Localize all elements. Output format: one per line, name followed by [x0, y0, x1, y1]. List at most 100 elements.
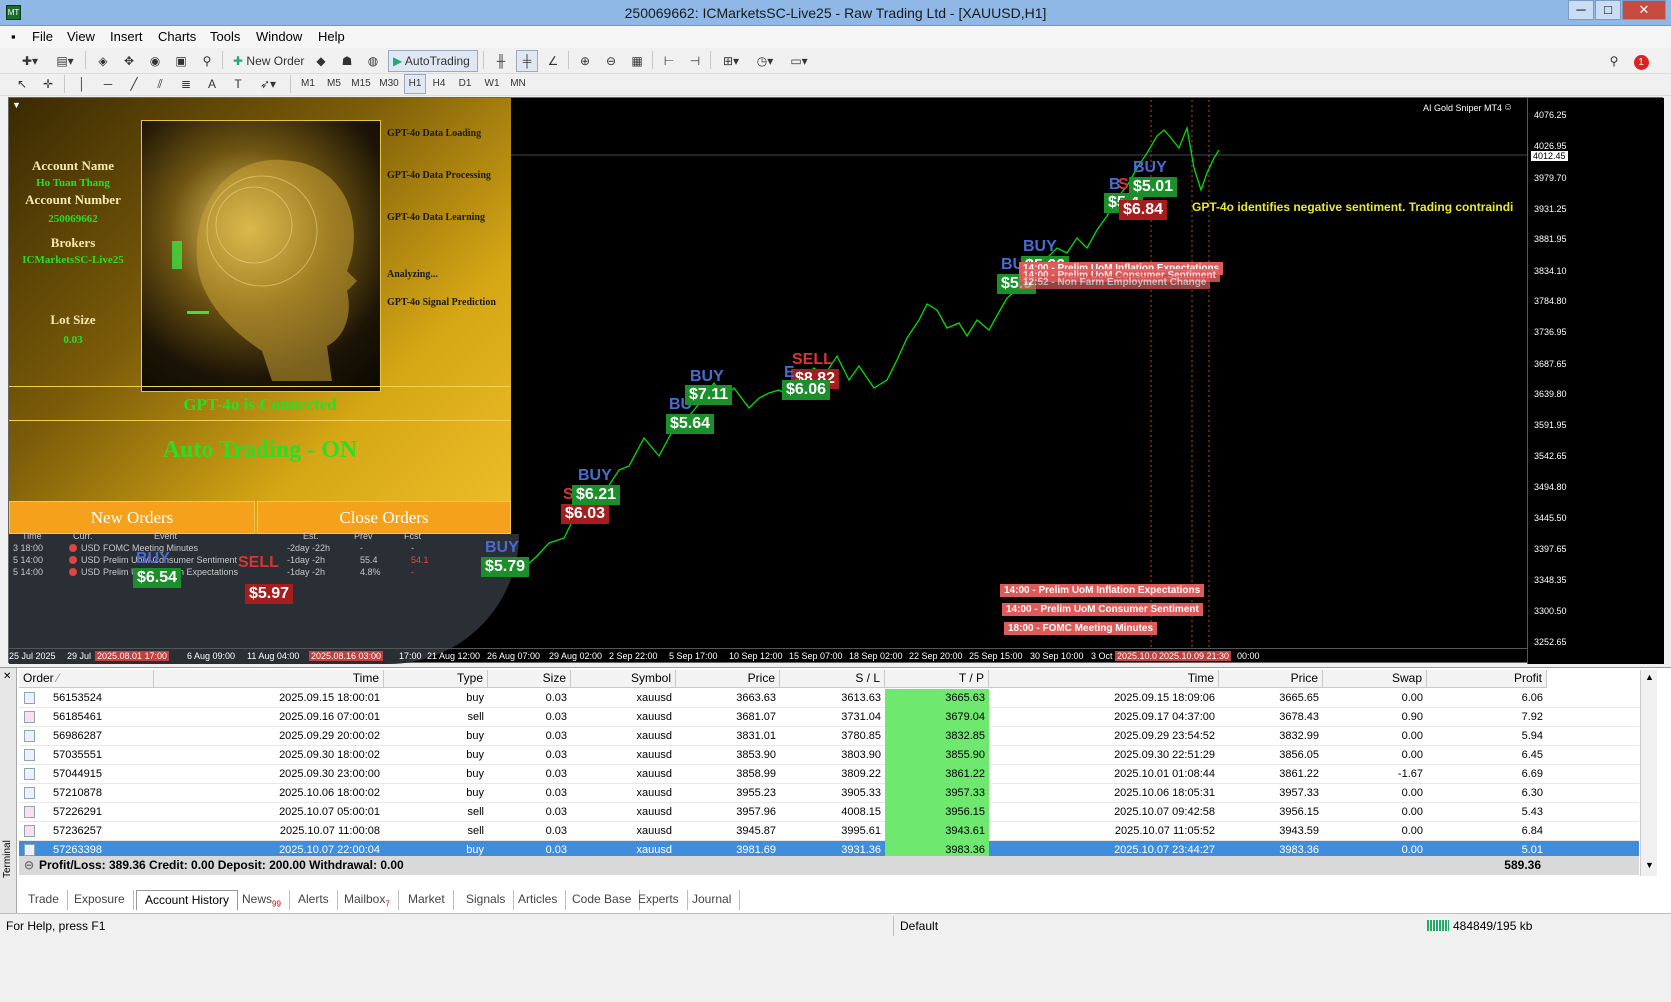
tf-m5[interactable]: M5 [322, 74, 346, 94]
chart-shift-icon[interactable]: ⊣ [684, 50, 706, 72]
market-watch-icon[interactable]: ◈ [92, 50, 114, 72]
menu-insert[interactable]: Insert [110, 29, 143, 44]
tab-code-base[interactable]: Code Base [564, 890, 641, 910]
minimize-button[interactable]: ─ [1568, 0, 1594, 20]
col-type[interactable]: Type [384, 670, 488, 688]
table-row[interactable]: 56153524 2025.09.15 18:00:01 buy 0.03 xauusd… [19, 689, 1639, 708]
candlestick-icon[interactable]: ╪ [516, 50, 538, 72]
notifications-icon[interactable]: 1 [1630, 50, 1652, 72]
menu-tools[interactable]: Tools [210, 29, 240, 44]
crosshair-icon[interactable]: ✛ [38, 74, 58, 94]
cell-stop-loss: 3613.63 [841, 692, 881, 704]
text-tool-icon[interactable]: A [202, 74, 222, 94]
scroll-down-icon[interactable]: ▼ [1645, 860, 1654, 870]
summary-total: 589.36 [1504, 858, 1541, 872]
new-orders-button[interactable]: New Orders [9, 501, 255, 534]
menu-help[interactable]: Help [318, 29, 345, 44]
account-name-label: Account Name [32, 158, 114, 173]
table-row[interactable]: 56185461 2025.09.16 07:00:01 sell 0.03 xauus… [19, 708, 1639, 727]
tab-articles[interactable]: Articles [510, 890, 567, 910]
text-label-icon[interactable]: T [228, 74, 248, 94]
col-time[interactable]: Time [154, 670, 384, 688]
table-row[interactable]: 56986287 2025.09.29 20:00:02 buy 0.03 xauusd… [19, 727, 1639, 746]
col-close-price[interactable]: Price [1219, 670, 1323, 688]
strategy-tester-icon[interactable]: ⚲ [196, 50, 218, 72]
vertical-scrollbar[interactable]: ▲ ▼ [1640, 670, 1657, 876]
tf-m30[interactable]: M30 [376, 74, 402, 94]
search-icon[interactable]: ⚲ [1603, 50, 1625, 72]
col-tp[interactable]: T / P [885, 670, 989, 688]
chart-window[interactable]: Account Name Ho Tuan Thang Account Numbe… [8, 97, 1664, 664]
bar-chart-icon[interactable]: ╫ [490, 50, 512, 72]
autotrading-button[interactable]: ▶ AutoTrading [388, 50, 478, 72]
menu-file[interactable]: File [32, 29, 53, 44]
col-close-time[interactable]: Time [989, 670, 1219, 688]
menu-view[interactable]: View [67, 29, 95, 44]
menu-window[interactable]: Window [256, 29, 302, 44]
table-row[interactable]: 57226291 2025.10.07 05:00:01 sell 0.03 xauus… [19, 803, 1639, 822]
table-row[interactable]: 57044915 2025.09.30 23:00:00 buy 0.03 xauusd… [19, 765, 1639, 784]
trendline-icon[interactable]: ╱ [124, 74, 144, 94]
indicators-icon[interactable]: ⊞▾ [716, 50, 746, 72]
tf-d1[interactable]: D1 [454, 74, 476, 94]
fibonacci-icon[interactable]: ≣ [176, 74, 196, 94]
new-chart-icon[interactable]: ✚▾ [12, 50, 48, 72]
tile-windows-icon[interactable]: ▦ [626, 50, 648, 72]
data-window-icon[interactable]: ◉ [144, 50, 166, 72]
col-profit[interactable]: Profit [1427, 670, 1547, 688]
close-orders-button[interactable]: Close Orders [257, 501, 511, 534]
tab-signals[interactable]: Signals [458, 890, 515, 910]
periods-icon[interactable]: ◷▾ [750, 50, 780, 72]
price-tick: 3931.25 [1534, 204, 1567, 214]
zoom-in-icon[interactable]: ⊕ [574, 50, 596, 72]
chart-menu-icon[interactable]: ▼ [12, 100, 21, 110]
close-button[interactable]: ✕ [1622, 0, 1666, 20]
col-symbol[interactable]: Symbol [571, 670, 676, 688]
menu-charts[interactable]: Charts [158, 29, 196, 44]
tf-mn[interactable]: MN [506, 74, 530, 94]
channel-icon[interactable]: ⫽ [150, 74, 170, 94]
tab-account-history[interactable]: Account History [136, 890, 239, 910]
col-price[interactable]: Price [676, 670, 780, 688]
tf-m15[interactable]: M15 [348, 74, 374, 94]
scroll-up-icon[interactable]: ▲ [1645, 672, 1654, 682]
table-row[interactable]: 57236257 2025.10.07 11:00:08 sell 0.03 xauus… [19, 822, 1639, 841]
tab-mailbox[interactable]: Mailbox7 [336, 890, 399, 910]
table-row[interactable]: 57210878 2025.10.06 18:00:02 buy 0.03 xauusd… [19, 784, 1639, 803]
tf-m1[interactable]: M1 [296, 74, 320, 94]
tab-journal[interactable]: Journal [684, 890, 741, 910]
tf-w1[interactable]: W1 [480, 74, 504, 94]
col-order[interactable]: Order ⁄ [19, 670, 154, 688]
terminal-icon[interactable]: ▣ [170, 50, 192, 72]
line-chart-icon[interactable]: ∠ [542, 50, 564, 72]
tab-alerts[interactable]: Alerts [290, 890, 338, 910]
templates-icon[interactable]: ▭▾ [784, 50, 814, 72]
col-sl[interactable]: S / L [780, 670, 885, 688]
terminal-close-icon[interactable]: ✕ [3, 671, 11, 682]
tf-h4[interactable]: H4 [428, 74, 450, 94]
signals-icon[interactable]: ☗ [336, 50, 358, 72]
new-order-button[interactable]: ✚ New Order [228, 50, 306, 72]
zoom-out-icon[interactable]: ⊖ [600, 50, 622, 72]
tab-experts[interactable]: Experts [630, 890, 688, 910]
navigator-icon[interactable]: ✥ [118, 50, 140, 72]
tab-news[interactable]: News99 [234, 890, 290, 910]
autotrading-label: AutoTrading [404, 54, 470, 68]
col-size[interactable]: Size [488, 670, 571, 688]
maximize-button[interactable]: □ [1595, 0, 1621, 20]
tf-h1[interactable]: H1 [404, 74, 426, 94]
horizontal-line-icon[interactable]: ─ [98, 74, 118, 94]
arrows-icon[interactable]: ➶▾ [254, 74, 282, 94]
col-swap[interactable]: Swap [1323, 670, 1427, 688]
drawing-toolbar: ↖ ✛ │ ─ ╱ ⫽ ≣ A T ➶▾ M1 M5 M15 M30 H1 H4… [0, 74, 1671, 96]
table-row[interactable]: 57035551 2025.09.30 18:00:02 buy 0.03 xauusd… [19, 746, 1639, 765]
tab-exposure[interactable]: Exposure [66, 890, 134, 910]
metaeditor-icon[interactable]: ◆ [310, 50, 332, 72]
cursor-icon[interactable]: ↖ [12, 74, 32, 94]
profiles-icon[interactable]: ▤▾ [50, 50, 80, 72]
vertical-line-icon[interactable]: │ [72, 74, 92, 94]
globe-icon[interactable]: ◍ [362, 50, 384, 72]
tab-market[interactable]: Market [400, 890, 454, 910]
tab-trade[interactable]: Trade [20, 890, 68, 910]
autoscroll-icon[interactable]: ⊢ [658, 50, 680, 72]
